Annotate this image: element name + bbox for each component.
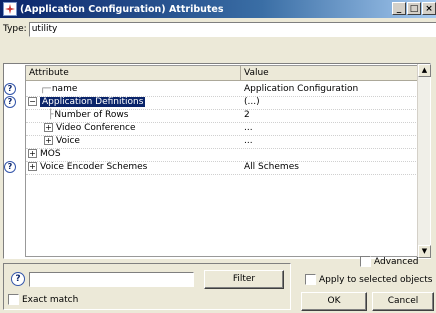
table-row[interactable]: ? + Voice Encoder Schemes All Schemes xyxy=(4,161,430,174)
apply-selected-checkbox[interactable] xyxy=(305,274,316,285)
value-cell[interactable]: ... xyxy=(244,122,253,135)
attribute-cell[interactable]: + Voice xyxy=(44,135,80,148)
table-row[interactable]: + MOS xyxy=(26,148,430,161)
apply-selected-label: Apply to selected objects xyxy=(319,274,433,285)
ok-button-label: OK xyxy=(327,296,341,306)
help-icon[interactable]: ? xyxy=(11,272,25,286)
cancel-button-label: Cancel xyxy=(387,296,419,306)
help-icon[interactable]: ? xyxy=(4,96,16,108)
value-cell[interactable]: (...) xyxy=(244,96,260,109)
value-cell[interactable]: All Schemes xyxy=(244,161,299,174)
expand-icon[interactable]: + xyxy=(28,162,37,171)
filter-button-label: Filter xyxy=(232,274,256,284)
collapse-icon[interactable]: − xyxy=(28,97,37,106)
scroll-up-icon[interactable]: ▲ xyxy=(418,64,431,77)
cancel-button[interactable]: Cancel xyxy=(372,292,434,311)
apply-selected-option[interactable]: Apply to selected objects xyxy=(305,274,432,285)
attribute-cell[interactable]: − Application Definitions xyxy=(28,96,146,109)
attribute-label: Number of Rows xyxy=(54,110,129,120)
attribute-label: Video Conference xyxy=(56,123,136,133)
help-icon[interactable]: ? xyxy=(4,83,16,95)
value-cell[interactable]: Application Configuration xyxy=(244,83,358,96)
attribute-label: Voice Encoder Schemes xyxy=(40,162,148,172)
value-cell[interactable]: 2 xyxy=(244,109,250,122)
tree-line: ┌─ xyxy=(40,84,51,94)
column-header-value[interactable]: Value xyxy=(241,66,430,80)
filter-group: ? Filter Exact match xyxy=(3,263,291,310)
maximize-button[interactable]: □ xyxy=(407,2,421,15)
filter-button[interactable]: Filter xyxy=(204,270,284,289)
row-divider xyxy=(26,174,430,175)
table-row[interactable]: ? ┌─name Application Configuration xyxy=(4,83,430,96)
expand-icon[interactable]: + xyxy=(44,123,53,132)
table-row[interactable]: + Voice... xyxy=(26,135,430,148)
title-bar: (Application Configuration) Attributes _… xyxy=(0,0,436,18)
attribute-label: Application Definitions xyxy=(40,97,146,107)
filter-input[interactable] xyxy=(29,272,194,287)
close-button[interactable]: × xyxy=(422,2,436,15)
type-row: Type: utility xyxy=(3,21,436,37)
expand-icon[interactable]: + xyxy=(44,136,53,145)
attribute-cell[interactable]: + MOS xyxy=(28,148,61,161)
type-field[interactable]: utility xyxy=(28,21,436,37)
exact-match-option[interactable]: Exact match xyxy=(8,294,78,305)
expand-icon[interactable]: + xyxy=(28,149,37,158)
app-icon xyxy=(3,2,17,16)
attribute-cell[interactable]: ┌─name xyxy=(40,83,77,96)
exact-match-checkbox[interactable] xyxy=(8,294,19,305)
window-title: (Application Configuration) Attributes xyxy=(20,3,224,15)
exact-match-label: Exact match xyxy=(22,294,79,305)
ok-button[interactable]: OK xyxy=(301,292,367,311)
advanced-label: Advanced xyxy=(374,256,419,267)
type-label: Type: xyxy=(3,24,27,34)
grid-header: Attribute Value xyxy=(26,66,430,81)
bottom-panel: ? Filter Exact match Advanced Apply to s… xyxy=(0,256,436,313)
attribute-cell[interactable]: + Video Conference xyxy=(44,122,136,135)
attribute-label: Voice xyxy=(56,136,80,146)
attribute-cell[interactable]: ├Number of Rows xyxy=(48,109,128,122)
attribute-label: name xyxy=(51,84,78,94)
advanced-checkbox[interactable] xyxy=(360,256,371,267)
table-row[interactable]: + Video Conference... xyxy=(26,122,430,135)
grid-scrollbar[interactable]: ▲ ▼ xyxy=(417,64,431,258)
advanced-option[interactable]: Advanced xyxy=(360,256,418,267)
attributes-grid: Attribute Value ? ┌─name Application Confi… xyxy=(4,65,430,257)
table-row[interactable]: ├Number of Rows 2 xyxy=(26,109,430,122)
column-header-attribute[interactable]: Attribute xyxy=(26,66,241,80)
value-cell[interactable]: ... xyxy=(244,135,253,148)
attribute-label: MOS xyxy=(40,149,61,159)
minimize-button[interactable]: _ xyxy=(392,2,406,15)
tree-line: ├ xyxy=(48,110,54,120)
table-row[interactable]: ? − Application Definitions (...) xyxy=(4,96,430,109)
attribute-cell[interactable]: + Voice Encoder Schemes xyxy=(28,161,147,174)
scroll-down-icon[interactable]: ▼ xyxy=(418,245,431,258)
help-icon[interactable]: ? xyxy=(4,161,16,173)
